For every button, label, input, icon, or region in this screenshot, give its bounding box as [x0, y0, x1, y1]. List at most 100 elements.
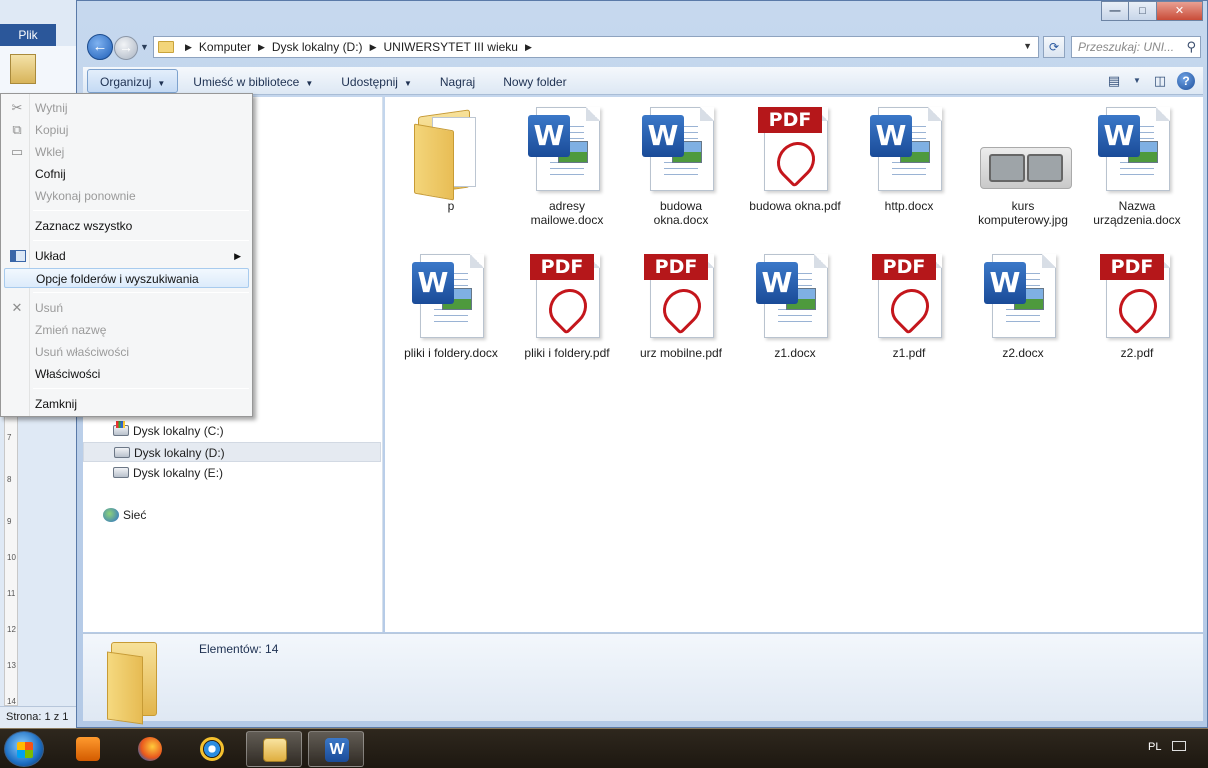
ruler-mark: 10 [7, 553, 16, 562]
file-item[interactable]: p [401, 105, 501, 213]
file-item[interactable]: PDF pliki i foldery.pdf [517, 252, 617, 360]
view-dropdown-icon[interactable]: ▼ [1131, 70, 1143, 92]
burn-button[interactable]: Nagraj [427, 69, 488, 93]
word-document-icon: W [528, 105, 606, 195]
file-item[interactable]: PDF z1.pdf [859, 252, 959, 360]
ruler-mark: 9 [7, 517, 12, 526]
menu-label: Usuń [35, 301, 64, 315]
folder-icon [412, 105, 490, 201]
file-item[interactable]: W Nazwa urządzenia.docx [1087, 105, 1187, 227]
file-item[interactable]: W pliki i foldery.docx [401, 252, 501, 360]
address-dropdown-icon[interactable]: ▼ [1023, 41, 1032, 51]
file-item[interactable]: W z2.docx [973, 252, 1073, 360]
taskbar-firefox[interactable] [122, 731, 178, 767]
address-bar[interactable]: ▶ Komputer ▶ Dysk lokalny (D:) ▶ UNIWERS… [153, 36, 1039, 58]
breadcrumb-drive-d[interactable]: Dysk lokalny (D:) [272, 40, 363, 54]
minimize-button[interactable]: — [1101, 1, 1129, 21]
keyboard-icon[interactable] [1172, 741, 1186, 751]
file-item[interactable]: PDF z2.pdf [1087, 252, 1187, 360]
ruler-mark: 13 [7, 661, 16, 670]
file-tab[interactable]: Plik [0, 24, 56, 46]
menu-item-redo[interactable]: Wykonaj ponownie [4, 186, 249, 206]
preview-pane-icon[interactable]: ◫ [1149, 70, 1171, 92]
refresh-button[interactable]: ⟳ [1043, 36, 1065, 58]
chevron-right-icon[interactable]: ▶ [525, 42, 532, 53]
nav-label: Dysk lokalny (D:) [134, 446, 225, 460]
breadcrumb-folder[interactable]: UNIWERSYTET III wieku [383, 40, 517, 54]
menu-item-delete[interactable]: ✕ Usuń [4, 298, 249, 318]
nav-drive-c[interactable]: Dysk lokalny (C:) [83, 421, 381, 441]
menu-item-layout[interactable]: Układ ▶ [4, 246, 249, 266]
chevron-right-icon[interactable]: ▶ [258, 42, 265, 53]
pdf-document-icon: PDF [528, 252, 606, 342]
include-in-library-button[interactable]: Umieść w bibliotece ▼ [180, 69, 326, 93]
menu-item-undo[interactable]: Cofnij [4, 164, 249, 184]
file-item[interactable]: W http.docx [859, 105, 959, 213]
folder-icon [158, 41, 174, 53]
menu-separator [33, 210, 249, 211]
pdf-document-icon: PDF [870, 252, 948, 342]
recent-pages-chevron-icon[interactable]: ▼ [140, 42, 149, 52]
word-ribbon [0, 46, 80, 96]
file-name: urz mobilne.pdf [639, 346, 723, 360]
change-view-icon[interactable]: ▤ [1103, 70, 1125, 92]
search-input[interactable]: Przeszukaj: UNI... ⚲ [1071, 36, 1201, 58]
folder-icon [107, 640, 165, 725]
breadcrumb-computer[interactable]: Komputer [199, 40, 251, 54]
file-name: z2.docx [1002, 346, 1044, 360]
image-thumbnail-icon [980, 105, 1072, 195]
taskbar-explorer[interactable] [246, 731, 302, 767]
menu-item-select-all[interactable]: Zaznacz wszystko [4, 216, 249, 236]
taskbar-internet-explorer[interactable] [184, 731, 240, 767]
menu-item-rename[interactable]: Zmień nazwę [4, 320, 249, 340]
command-bar: Organizuj ▼ Umieść w bibliotece ▼ Udostępn… [83, 67, 1203, 95]
new-folder-button[interactable]: Nowy folder [490, 69, 579, 93]
start-button[interactable] [4, 731, 44, 767]
menu-item-folder-options[interactable]: Opcje folderów i wyszukiwania [4, 268, 249, 288]
menu-item-copy[interactable]: ⧉ Kopiuj [4, 120, 249, 140]
taskbar-word[interactable]: W [308, 731, 364, 767]
file-item[interactable]: W budowa okna.docx [631, 105, 731, 227]
file-item[interactable]: PDF budowa okna.pdf [745, 105, 845, 213]
organize-label: Organizuj [100, 74, 152, 89]
menu-item-properties[interactable]: Właściwości [4, 364, 249, 384]
pdf-document-icon: PDF [642, 252, 720, 342]
nav-label: Dysk lokalny (C:) [133, 424, 224, 438]
scissors-icon: ✂ [11, 100, 23, 115]
file-item[interactable]: kurs komputerowy.jpg [973, 105, 1073, 227]
language-indicator[interactable]: PL [1148, 741, 1161, 753]
menu-item-paste[interactable]: ▭ Wklej [4, 142, 249, 162]
chevron-down-icon: ▼ [305, 78, 314, 88]
nav-network[interactable]: Sieć [83, 505, 381, 525]
share-button[interactable]: Udostępnij ▼ [328, 69, 425, 93]
organize-button[interactable]: Organizuj ▼ [87, 68, 179, 93]
maximize-button[interactable]: □ [1129, 1, 1157, 21]
file-name: http.docx [884, 199, 934, 213]
menu-item-remove-properties[interactable]: Usuń właściwości [4, 342, 249, 362]
forward-button[interactable]: → [114, 36, 138, 60]
word-document-icon: W [984, 252, 1062, 342]
menu-item-cut[interactable]: ✂ Wytnij [4, 98, 249, 118]
close-button[interactable]: ✕ [1157, 1, 1203, 21]
help-icon[interactable]: ? [1177, 72, 1195, 90]
file-item[interactable]: W z1.docx [745, 252, 845, 360]
search-icon[interactable]: ⚲ [1186, 39, 1196, 55]
file-name: adresy mailowe.docx [530, 199, 604, 227]
menu-label: Wklej [35, 145, 65, 159]
chevron-right-icon[interactable]: ▶ [185, 42, 192, 53]
chevron-right-icon[interactable]: ▶ [370, 42, 377, 53]
back-button[interactable]: ← [87, 34, 113, 60]
chevron-down-icon: ▼ [157, 78, 166, 88]
taskbar: W PL [0, 728, 1208, 768]
taskbar-media-player[interactable] [60, 731, 116, 767]
word-document-icon: W [756, 252, 834, 342]
paste-icon[interactable] [10, 54, 36, 84]
nav-drive-e[interactable]: Dysk lokalny (E:) [83, 463, 381, 483]
file-item[interactable]: W adresy mailowe.docx [517, 105, 617, 227]
library-label: Umieść w bibliotece [193, 74, 300, 89]
internet-explorer-icon [200, 737, 224, 761]
menu-item-close[interactable]: Zamknij [4, 394, 249, 414]
nav-drive-d[interactable]: Dysk lokalny (D:) [83, 442, 381, 462]
file-item[interactable]: PDF urz mobilne.pdf [631, 252, 731, 360]
word-document-icon: W [642, 105, 720, 195]
